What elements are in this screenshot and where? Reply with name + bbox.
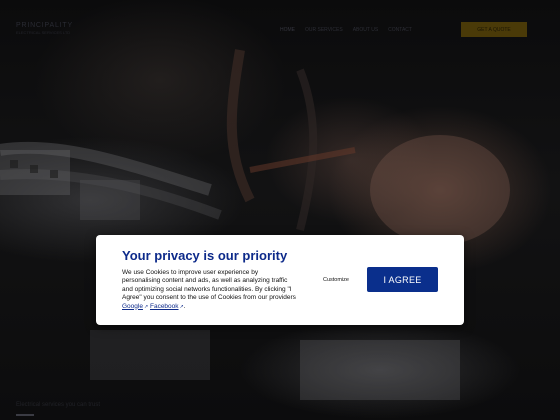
- nav-item-services[interactable]: OUR SERVICES: [305, 27, 343, 33]
- facebook-link[interactable]: Facebook: [150, 303, 179, 310]
- get-quote-button[interactable]: GET A QUOTE: [461, 22, 527, 37]
- hero-underline: [16, 414, 34, 416]
- cookie-consent-dialog: Your privacy is our priority We use Cook…: [96, 235, 464, 325]
- main-nav: HOME OUR SERVICES ABOUT US CONTACT: [280, 27, 412, 33]
- nav-item-contact[interactable]: CONTACT: [388, 27, 412, 33]
- logo-title: PRINCIPALITY: [16, 22, 73, 29]
- customize-button[interactable]: Customize: [310, 274, 362, 286]
- logo-subtitle: ELECTRICAL SERVICES LTD: [16, 30, 71, 35]
- nav-item-about[interactable]: ABOUT US: [353, 27, 378, 33]
- hero-headline: Electrical services you can trust: [16, 402, 101, 408]
- cookie-dialog-text: We use Cookies to improve user experienc…: [122, 269, 298, 311]
- cookie-dialog-title: Your privacy is our priority: [122, 248, 288, 263]
- site-header: PRINCIPALITY ELECTRICAL SERVICES LTD HOM…: [0, 0, 560, 48]
- nav-item-home[interactable]: HOME: [280, 27, 295, 33]
- background-photo: [0, 49, 510, 400]
- page: PRINCIPALITY ELECTRICAL SERVICES LTD HOM…: [0, 0, 560, 420]
- google-link[interactable]: Google: [122, 303, 143, 310]
- site-logo[interactable]: PRINCIPALITY ELECTRICAL SERVICES LTD: [16, 22, 80, 35]
- cookie-body-text: We use Cookies to improve user experienc…: [122, 269, 296, 302]
- end-punctuation: .: [183, 302, 186, 310]
- agree-button[interactable]: I AGREE: [367, 267, 438, 292]
